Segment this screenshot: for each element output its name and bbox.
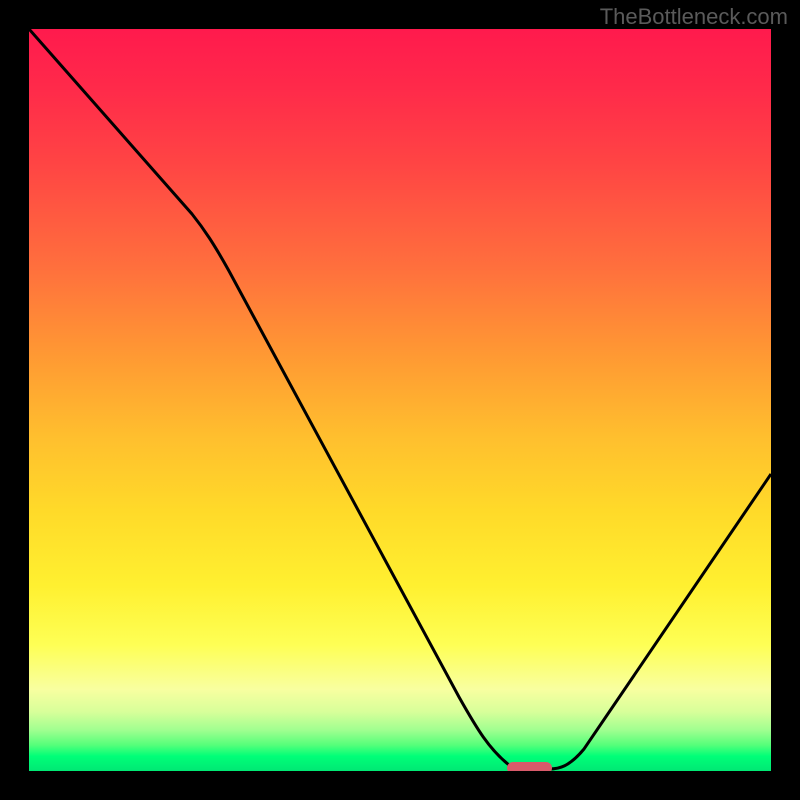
- bottleneck-curve: [29, 29, 771, 771]
- plot-area: [29, 29, 771, 771]
- attribution-text: TheBottleneck.com: [600, 4, 788, 30]
- optimal-marker: [507, 762, 552, 771]
- curve-path: [29, 29, 771, 769]
